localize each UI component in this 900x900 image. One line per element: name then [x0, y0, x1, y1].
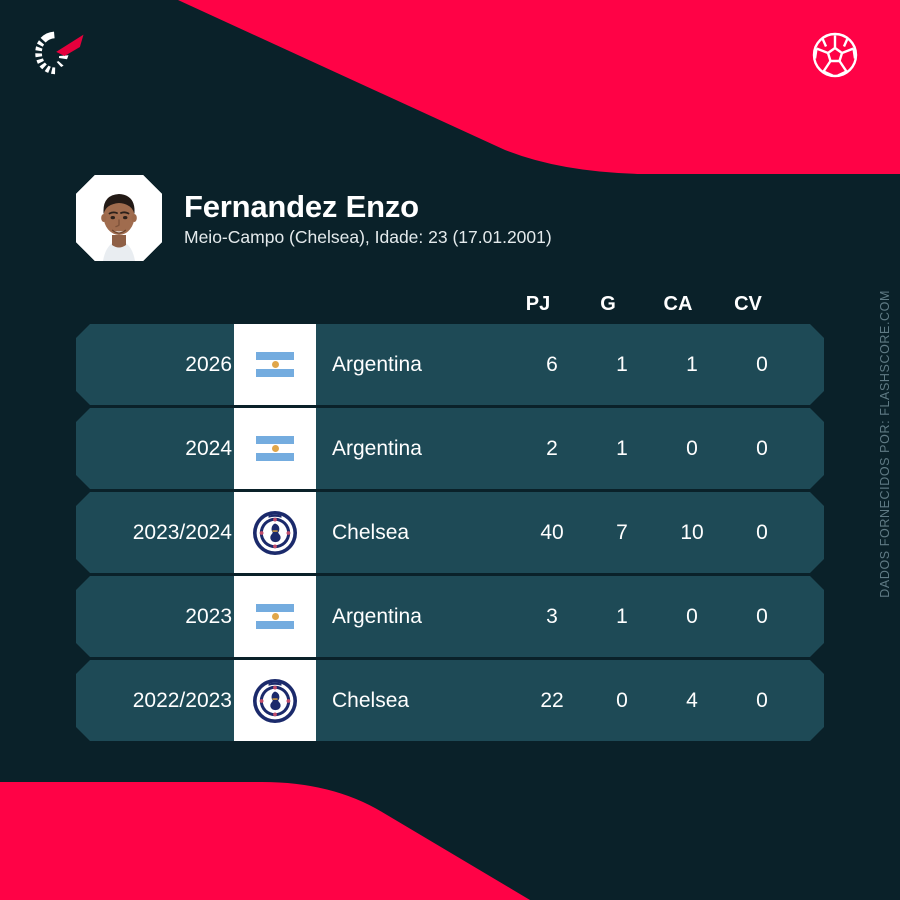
- cell-season: 2026: [185, 353, 232, 376]
- cell-team-name: Argentina: [332, 437, 422, 460]
- cell-g: 1: [616, 353, 628, 376]
- cell-team-badge: [234, 492, 316, 573]
- crest-chelsea-icon: [253, 678, 297, 723]
- cell-ca: 1: [686, 353, 698, 376]
- cell-g: 7: [616, 521, 628, 544]
- cell-pj: 40: [540, 521, 564, 544]
- cell-ca: 4: [686, 689, 698, 712]
- table-row-2022-2023[interactable]: 2022/2023 Chelsea 22 0 4 0: [76, 660, 824, 741]
- data-source-credit: DADOS FORNECIDOS POR: FLASHSCORE.COM: [878, 290, 892, 598]
- column-header-pj: PJ: [525, 292, 551, 315]
- player-meta: Meio-Campo (Chelsea), Idade: 23 (17.01.2…: [184, 227, 552, 248]
- decorative-red-shape-bottom: [0, 750, 900, 900]
- cell-pj: 2: [546, 437, 558, 460]
- cell-g: 1: [616, 437, 628, 460]
- cell-team-badge: [234, 660, 316, 741]
- cell-team-name: Chelsea: [332, 689, 410, 712]
- cell-season: 2023: [185, 605, 232, 628]
- table-body: 2026 Argentina 6 1 1 0 2024 Argentina 2 …: [76, 324, 824, 741]
- column-header-g: G: [600, 292, 616, 315]
- table-row-2024[interactable]: 2024 Argentina 2 1 0 0: [76, 408, 824, 489]
- column-header-cv: CV: [734, 292, 762, 315]
- avatar: [76, 175, 162, 261]
- cell-team-name: Argentina: [332, 605, 422, 628]
- column-header-ca: CA: [663, 292, 693, 315]
- player-header: Fernandez Enzo Meio-Campo (Chelsea), Ida…: [76, 175, 552, 261]
- cell-team-badge: [234, 408, 316, 489]
- flag-argentina-icon: [256, 352, 294, 377]
- cell-season: 2023/2024: [132, 521, 232, 544]
- football-ball-icon: [808, 28, 862, 82]
- page-title: Fernandez Enzo: [184, 189, 419, 225]
- cell-pj: 22: [540, 689, 564, 712]
- crest-chelsea-icon: [253, 510, 297, 555]
- cell-pj: 6: [546, 353, 558, 376]
- cell-ca: 10: [680, 521, 704, 544]
- flag-argentina-icon: [256, 436, 294, 461]
- stats-table: PJ G CA CV 2026 Argentina 6 1 1 0 2024 A…: [76, 284, 824, 741]
- cell-ca: 0: [686, 437, 698, 460]
- cell-season: 2024: [185, 437, 232, 460]
- cell-g: 0: [616, 689, 628, 712]
- cell-cv: 0: [756, 437, 768, 460]
- cell-season: 2022/2023: [132, 689, 232, 712]
- cell-g: 1: [616, 605, 628, 628]
- table-row-2026[interactable]: 2026 Argentina 6 1 1 0: [76, 324, 824, 405]
- flashscore-logo-icon: [28, 27, 88, 83]
- cell-team-badge: [234, 576, 316, 657]
- cell-cv: 0: [756, 353, 768, 376]
- table-row-2023-2024[interactable]: 2023/2024 Chelsea 40 7 10 0: [76, 492, 824, 573]
- table-header-row: PJ G CA CV: [76, 284, 824, 324]
- cell-cv: 0: [756, 605, 768, 628]
- cell-cv: 0: [756, 689, 768, 712]
- cell-team-badge: [234, 324, 316, 405]
- cell-cv: 0: [756, 521, 768, 544]
- cell-team-name: Argentina: [332, 353, 422, 376]
- table-row-2023[interactable]: 2023 Argentina 3 1 0 0: [76, 576, 824, 657]
- cell-team-name: Chelsea: [332, 521, 410, 544]
- cell-pj: 3: [546, 605, 558, 628]
- cell-ca: 0: [686, 605, 698, 628]
- decorative-red-shape-top: [0, 0, 900, 190]
- flag-argentina-icon: [256, 604, 294, 629]
